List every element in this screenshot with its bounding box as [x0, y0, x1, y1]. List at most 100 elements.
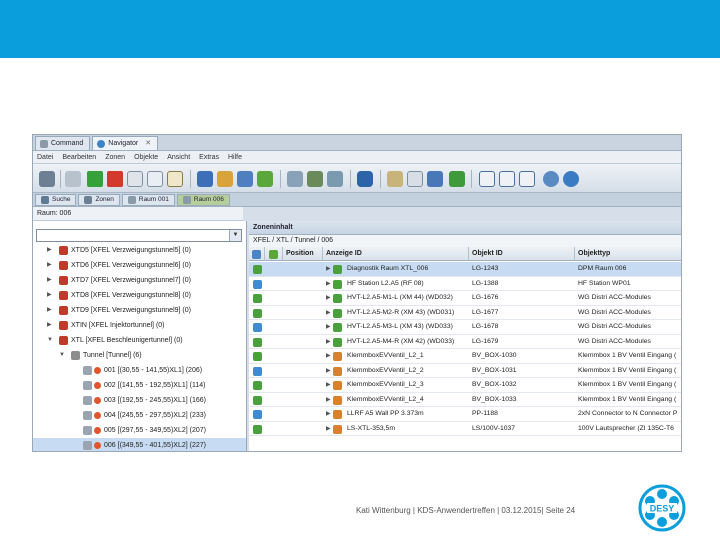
- tree-row[interactable]: 003 [(192,55 - 245,55)XL1] (166): [33, 393, 246, 408]
- object-cube-icon: [253, 294, 262, 303]
- tree-icon[interactable]: [307, 171, 323, 187]
- header-anzeige-id[interactable]: Anzeige ID: [323, 247, 469, 261]
- zone-icon: [59, 306, 68, 315]
- help-icon[interactable]: [563, 171, 579, 187]
- expand-icon[interactable]: ▶: [47, 243, 52, 258]
- layout-grid-icon[interactable]: [519, 171, 535, 187]
- menu-objekte[interactable]: Objekte: [134, 154, 158, 161]
- expand-icon[interactable]: ▶: [47, 318, 52, 333]
- object-cube-icon: [253, 279, 262, 289]
- trash-icon[interactable]: [39, 171, 55, 187]
- tab-zonen[interactable]: Zonen: [78, 193, 120, 206]
- document-icon[interactable]: [407, 171, 423, 187]
- collapse-icon[interactable]: ▼: [47, 333, 53, 348]
- table-row[interactable]: ▶ HVT-L2.A5-M1-L (XM 44) (WD032) LG-1676 WG…: [249, 291, 681, 306]
- tree-row[interactable]: ▶ XTIN [XFEL Injektortunnel] (0): [33, 318, 246, 333]
- tree-row[interactable]: 002 [(141,55 - 192,55)XL1] (114): [33, 378, 246, 393]
- table-row[interactable]: ▶ KlemmboxEVVentil_L2_2 BV_BOX-1031 Klemmbo…: [249, 364, 681, 378]
- expand-icon[interactable]: ▶: [323, 364, 331, 378]
- tree-row-label: 003 [(192,55 - 245,55)XL1] (166): [104, 397, 206, 404]
- tab-raum-006[interactable]: Raum 006: [176, 193, 230, 206]
- expand-icon[interactable]: ▶: [323, 320, 331, 334]
- expand-icon[interactable]: ▶: [323, 378, 331, 392]
- tab-command[interactable]: Command: [35, 136, 91, 150]
- object-cube-icon: [253, 265, 262, 274]
- close-icon[interactable]: ✕: [145, 137, 151, 150]
- network-icon[interactable]: [257, 171, 273, 187]
- expand-icon[interactable]: ▶: [47, 273, 52, 288]
- status-icon: [269, 250, 278, 259]
- info-icon[interactable]: [357, 171, 373, 187]
- table-row[interactable]: ▶ HVT-L2.A5-M4-R (XM 42) (WD033) LG-1679 WG…: [249, 335, 681, 349]
- header-objekt-id[interactable]: Objekt ID: [469, 247, 575, 261]
- collapse-icon[interactable]: ▼: [59, 348, 65, 363]
- tree-row[interactable]: 001 [(30,55 - 141,55)XL1] (206): [33, 363, 246, 378]
- expand-icon[interactable]: ▶: [47, 303, 52, 318]
- tree-filter-input[interactable]: ▼: [36, 229, 242, 242]
- menu-datei[interactable]: Datei: [37, 154, 53, 161]
- print-icon[interactable]: [65, 171, 81, 187]
- tree-row[interactable]: 004 [(245,55 - 297,55)XL2] (233): [33, 408, 246, 423]
- menu-hilfe[interactable]: Hilfe: [228, 154, 242, 161]
- hierarchy-icon[interactable]: [287, 171, 303, 187]
- expand-icon[interactable]: ▶: [323, 306, 331, 320]
- menu-extras[interactable]: Extras: [199, 154, 219, 161]
- table-row[interactable]: ▶ HF Station L2.A5 (RF 08) LG-1388 HF Stati…: [249, 277, 681, 291]
- table-row[interactable]: ▶ LLRF A5 Wall PP 3.373m PP-1188 2xN Connec…: [249, 407, 681, 422]
- cube-icon[interactable]: [449, 171, 465, 187]
- table-row[interactable]: ▶ HVT-L2.A5-M2-R (XM 43) (WD031) LG-1677 WG…: [249, 306, 681, 320]
- expand-icon[interactable]: ▶: [323, 277, 331, 291]
- menu-zonen[interactable]: Zonen: [105, 154, 125, 161]
- expand-icon[interactable]: ▶: [323, 291, 331, 305]
- tree-row[interactable]: ▶ XTD5 [XFEL Verzweigungstunnel5] (0): [33, 243, 246, 258]
- tree-row[interactable]: 006 [(349,55 - 401,55)XL2] (227): [33, 438, 246, 451]
- tree-row[interactable]: ▼ XTL [XFEL Beschleunigertunnel] (0): [33, 333, 246, 348]
- menu-ansicht[interactable]: Ansicht: [167, 154, 190, 161]
- expand-icon[interactable]: ▶: [323, 393, 331, 407]
- tab-navigator[interactable]: Navigator ✕: [92, 136, 159, 150]
- tree-row[interactable]: 005 [(297,55 - 349,55)XL2] (207): [33, 423, 246, 438]
- expand-icon[interactable]: ▶: [323, 262, 331, 276]
- layout-split-icon[interactable]: [499, 171, 515, 187]
- check-icon[interactable]: [427, 171, 443, 187]
- object-icon[interactable]: [217, 171, 233, 187]
- table-row[interactable]: ▶ LS-XTL-353,5m LS/100V-1037 100V Lautsprec…: [249, 422, 681, 436]
- tree-row[interactable]: ▶ XTD7 [XFEL Verzweigungstunnel7] (0): [33, 273, 246, 288]
- expand-icon[interactable]: ▶: [323, 422, 331, 436]
- zone-content-title: Zoneninhalt: [249, 221, 681, 235]
- layout-single-icon[interactable]: [479, 171, 495, 187]
- table-row[interactable]: ▶ Diagnostik Raum XTL_006 LG-1243 DPM Raum …: [249, 262, 681, 277]
- chevron-down-icon[interactable]: ▼: [229, 230, 241, 241]
- expand-icon[interactable]: ▶: [47, 258, 52, 273]
- table-row[interactable]: ▶ KlemmboxEVVentil_L2_4 BV_BOX-1033 Klemmbo…: [249, 393, 681, 407]
- expand-icon[interactable]: ▶: [323, 407, 331, 421]
- expand-icon[interactable]: ▶: [323, 349, 331, 363]
- header-objekttyp[interactable]: Objekttyp: [575, 247, 681, 261]
- header-position[interactable]: Position: [283, 247, 323, 261]
- tree-row[interactable]: ▶ XTD9 [XFEL Verzweigungstunnel9] (0): [33, 303, 246, 318]
- delete-icon[interactable]: [107, 171, 123, 187]
- table-row[interactable]: ▶ HVT-L2.A5-M3-L (XM 43) (WD033) LG-1678 WG…: [249, 320, 681, 335]
- tree-row[interactable]: ▶ XTD8 [XFEL Verzweigungstunnel8] (0): [33, 288, 246, 303]
- move-icon[interactable]: [237, 171, 253, 187]
- tab-raum-001-label: Raum 001: [138, 195, 169, 203]
- tab-suche[interactable]: Suche: [35, 193, 77, 206]
- box-orange-icon: [333, 352, 342, 361]
- table-row[interactable]: ▶ KlemmboxEVVentil_L2_3 BV_BOX-1032 Klemmbo…: [249, 378, 681, 393]
- refresh-icon[interactable]: [543, 171, 559, 187]
- expand-icon[interactable]: ▶: [47, 288, 52, 303]
- expand-icon[interactable]: ▶: [323, 335, 331, 349]
- table-row[interactable]: ▶ KlemmboxEVVentil_L2_1 BV_BOX-1030 Klemmbo…: [249, 349, 681, 364]
- add-icon[interactable]: [87, 171, 103, 187]
- tab-raum-001[interactable]: Raum 001: [121, 193, 175, 206]
- copy-icon[interactable]: [127, 171, 143, 187]
- menu-bearbeiten[interactable]: Bearbeiten: [62, 154, 96, 161]
- tree-row[interactable]: ▼ Tunnel [Tunnel] (6): [33, 348, 246, 363]
- cut-icon[interactable]: [147, 171, 163, 187]
- link-icon[interactable]: [327, 171, 343, 187]
- tree-row[interactable]: ▶ XTD6 [XFEL Verzweigungstunnel6] (0): [33, 258, 246, 273]
- paste-icon[interactable]: [167, 171, 183, 187]
- grid-icon[interactable]: [197, 171, 213, 187]
- room-status-icon: [94, 412, 101, 419]
- edit-icon[interactable]: [387, 171, 403, 187]
